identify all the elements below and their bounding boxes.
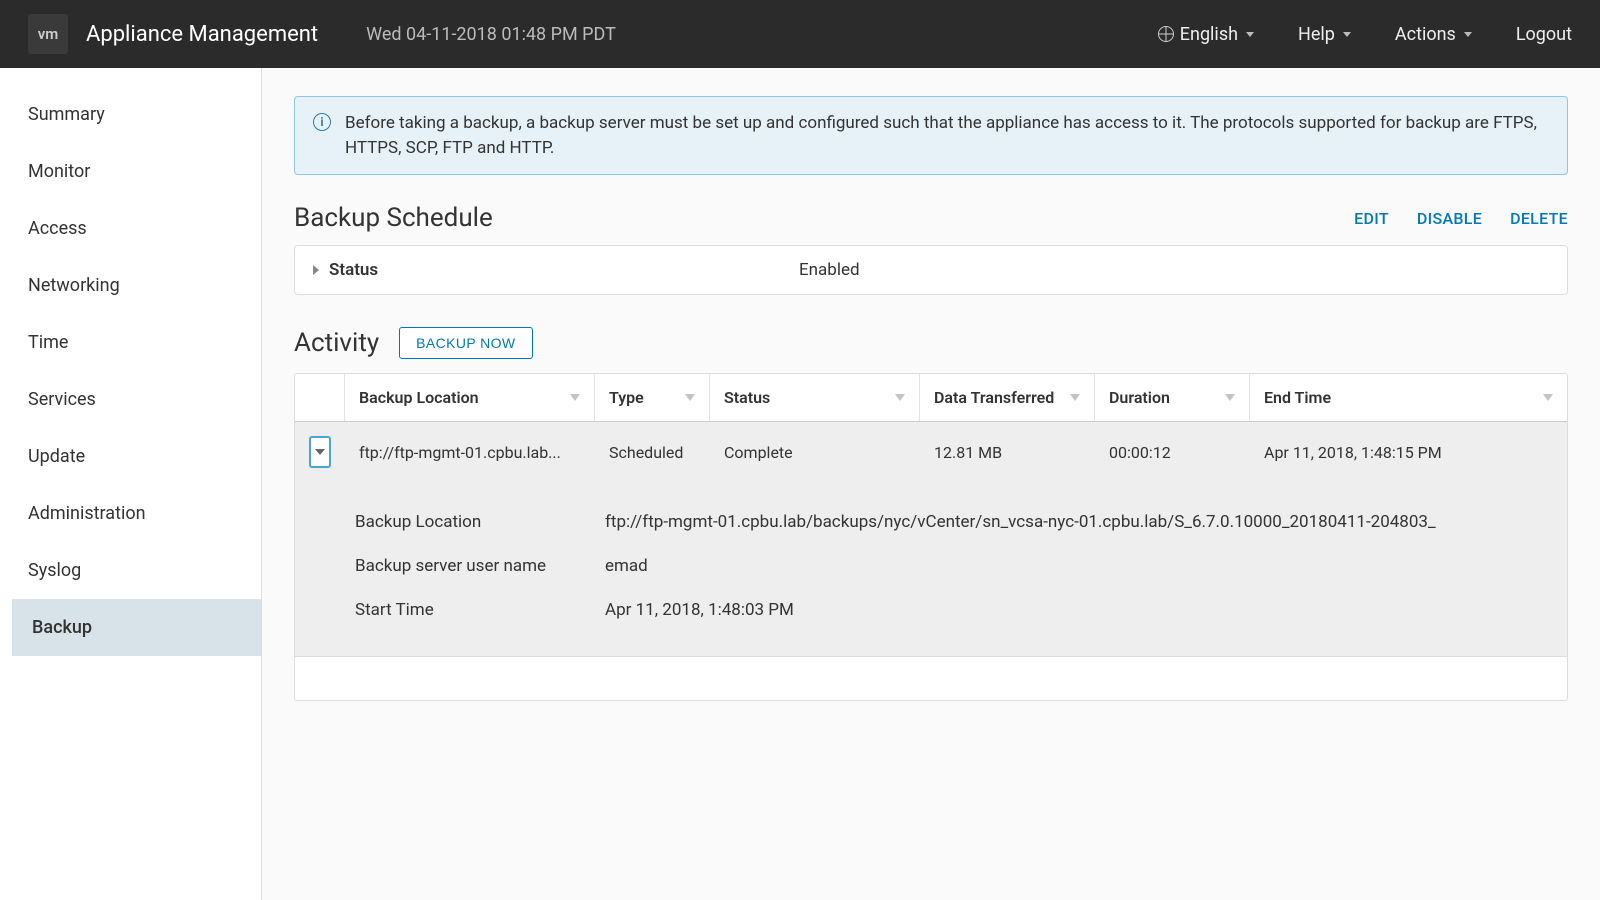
table-footer xyxy=(295,656,1567,700)
datetime-display: Wed 04-11-2018 01:48 PM PDT xyxy=(366,24,616,45)
column-label: End Time xyxy=(1264,388,1331,407)
sidebar-item-networking[interactable]: Networking xyxy=(0,257,261,314)
help-dropdown[interactable]: Help xyxy=(1298,24,1351,45)
main-content: i Before taking a backup, a backup serve… xyxy=(262,68,1600,900)
expand-row-button[interactable] xyxy=(309,436,331,468)
column-data-transferred[interactable]: Data Transferred xyxy=(920,374,1095,421)
cell-type: Scheduled xyxy=(595,422,710,482)
column-end-time[interactable]: End Time xyxy=(1250,374,1567,421)
schedule-status-row[interactable]: Status Enabled xyxy=(294,245,1568,295)
chevron-down-icon xyxy=(315,449,325,455)
filter-icon[interactable] xyxy=(570,394,580,401)
sidebar-item-backup[interactable]: Backup xyxy=(12,599,261,656)
disable-button[interactable]: DISABLE xyxy=(1417,209,1482,228)
status-label: Status xyxy=(329,260,799,280)
chevron-down-icon xyxy=(1343,32,1351,37)
column-backup-location[interactable]: Backup Location xyxy=(345,374,595,421)
activity-header: Activity BACKUP NOW xyxy=(294,327,1568,359)
detail-value: ftp://ftp-mgmt-01.cpbu.lab/backups/nyc/v… xyxy=(605,512,1436,532)
detail-value: Apr 11, 2018, 1:48:03 PM xyxy=(605,600,794,620)
expand-cell xyxy=(295,422,345,482)
column-label: Data Transferred xyxy=(934,388,1054,407)
column-type[interactable]: Type xyxy=(595,374,710,421)
filter-icon[interactable] xyxy=(1543,394,1553,401)
detail-row-location: Backup Location ftp://ftp-mgmt-01.cpbu.l… xyxy=(355,500,1549,544)
column-label: Duration xyxy=(1109,388,1170,407)
delete-button[interactable]: DELETE xyxy=(1510,209,1568,228)
logout-button[interactable]: Logout xyxy=(1516,24,1572,45)
column-expand xyxy=(295,374,345,421)
sidebar-item-access[interactable]: Access xyxy=(0,200,261,257)
schedule-title: Backup Schedule xyxy=(294,203,493,233)
table-header-row: Backup Location Type Status Data Transfe… xyxy=(295,374,1567,422)
info-banner-text: Before taking a backup, a backup server … xyxy=(345,111,1549,160)
column-duration[interactable]: Duration xyxy=(1095,374,1250,421)
actions-dropdown[interactable]: Actions xyxy=(1395,24,1472,45)
language-dropdown[interactable]: English xyxy=(1158,24,1254,45)
sidebar-item-syslog[interactable]: Syslog xyxy=(0,542,261,599)
schedule-actions: EDIT DISABLE DELETE xyxy=(1354,209,1568,228)
header-right: English Help Actions Logout xyxy=(1158,24,1572,45)
detail-label: Backup server user name xyxy=(355,556,605,576)
logout-label: Logout xyxy=(1516,24,1572,45)
status-value: Enabled xyxy=(799,260,860,280)
schedule-header: Backup Schedule EDIT DISABLE DELETE xyxy=(294,203,1568,233)
detail-label: Backup Location xyxy=(355,512,605,532)
sidebar-item-summary[interactable]: Summary xyxy=(0,86,261,143)
filter-icon[interactable] xyxy=(1225,394,1235,401)
activity-table: Backup Location Type Status Data Transfe… xyxy=(294,373,1568,701)
help-label: Help xyxy=(1298,24,1335,45)
chevron-right-icon xyxy=(313,265,319,275)
cell-data-transferred: 12.81 MB xyxy=(920,422,1095,482)
sidebar-item-time[interactable]: Time xyxy=(0,314,261,371)
chevron-down-icon xyxy=(1246,32,1254,37)
info-icon: i xyxy=(313,113,331,131)
detail-value: emad xyxy=(605,556,648,576)
backup-now-button[interactable]: BACKUP NOW xyxy=(399,327,532,359)
edit-button[interactable]: EDIT xyxy=(1354,209,1389,228)
sidebar: Summary Monitor Access Networking Time S… xyxy=(0,68,262,900)
globe-icon xyxy=(1158,26,1174,42)
filter-icon[interactable] xyxy=(685,394,695,401)
cell-duration: 00:00:12 xyxy=(1095,422,1250,482)
cell-backup-location: ftp://ftp-mgmt-01.cpbu.lab... xyxy=(345,422,595,482)
detail-label: Start Time xyxy=(355,600,605,620)
sidebar-item-monitor[interactable]: Monitor xyxy=(0,143,261,200)
filter-icon[interactable] xyxy=(895,394,905,401)
detail-row-user: Backup server user name emad xyxy=(355,544,1549,588)
detail-row-start: Start Time Apr 11, 2018, 1:48:03 PM xyxy=(355,588,1549,632)
top-header: vm Appliance Management Wed 04-11-2018 0… xyxy=(0,0,1600,68)
cell-end-time: Apr 11, 2018, 1:48:15 PM xyxy=(1250,422,1567,482)
activity-title: Activity xyxy=(294,328,379,358)
brand-logo: vm xyxy=(28,14,68,54)
info-banner: i Before taking a backup, a backup serve… xyxy=(294,96,1568,175)
filter-icon[interactable] xyxy=(1070,394,1080,401)
table-row[interactable]: ftp://ftp-mgmt-01.cpbu.lab... Scheduled … xyxy=(295,422,1567,482)
column-label: Backup Location xyxy=(359,388,479,407)
column-label: Status xyxy=(724,388,770,407)
language-label: English xyxy=(1180,24,1238,45)
column-label: Type xyxy=(609,388,644,407)
chevron-down-icon xyxy=(1464,32,1472,37)
cell-status: Complete xyxy=(710,422,920,482)
row-detail-panel: Backup Location ftp://ftp-mgmt-01.cpbu.l… xyxy=(295,482,1567,656)
sidebar-item-services[interactable]: Services xyxy=(0,371,261,428)
sidebar-item-administration[interactable]: Administration xyxy=(0,485,261,542)
app-title: Appliance Management xyxy=(86,22,318,47)
column-status[interactable]: Status xyxy=(710,374,920,421)
actions-label: Actions xyxy=(1395,24,1456,45)
sidebar-item-update[interactable]: Update xyxy=(0,428,261,485)
